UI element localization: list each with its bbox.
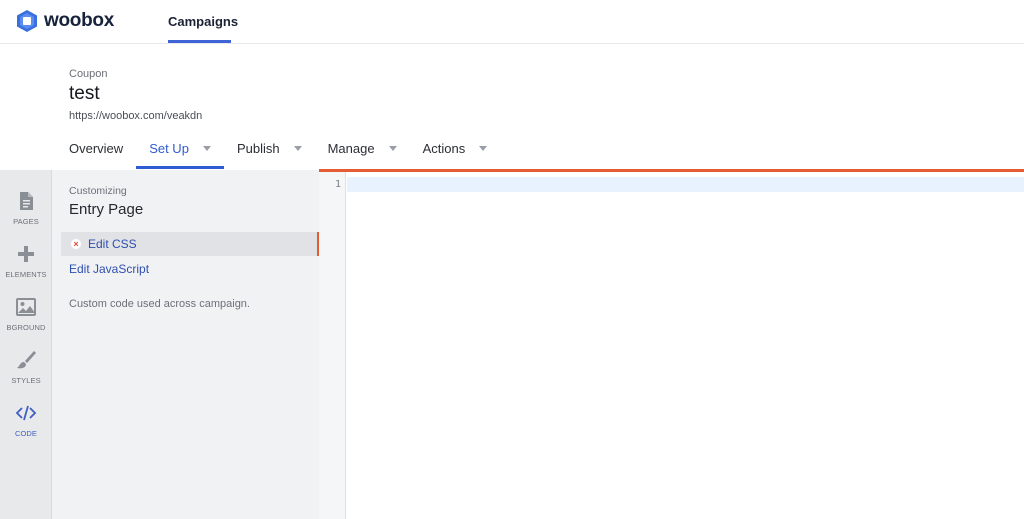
rail-item-pages[interactable]: PAGES <box>0 178 52 228</box>
top-bar: woobox Campaigns <box>0 0 1024 44</box>
code-editor[interactable]: 1 <box>319 172 1024 519</box>
brush-icon <box>17 351 36 369</box>
tab-set-up[interactable]: Set Up <box>136 134 224 169</box>
woobox-logo[interactable]: woobox <box>16 8 114 34</box>
tab-overview-label: Overview <box>69 141 124 156</box>
rail-item-background[interactable]: BGROUND <box>0 284 52 334</box>
tab-actions[interactable]: Actions <box>410 134 501 169</box>
tab-actions-label: Actions <box>422 141 466 156</box>
customize-panel: Customizing Entry Page × Edit CSS Edit J… <box>52 170 320 519</box>
line-number: 1 <box>334 179 341 190</box>
rail-label-pages: PAGES <box>13 217 39 226</box>
chevron-down-icon <box>388 146 397 151</box>
page-icon <box>20 192 33 210</box>
tab-manage[interactable]: Manage <box>315 134 410 169</box>
chevron-down-icon <box>202 146 211 151</box>
chevron-down-icon <box>293 146 302 151</box>
tab-publish-label: Publish <box>236 141 280 156</box>
rail-label-styles: STYLES <box>11 376 41 385</box>
rail-item-code[interactable]: CODE <box>0 390 52 440</box>
tab-overview[interactable]: Overview <box>56 134 136 169</box>
nav-campaigns[interactable]: Campaigns <box>168 14 238 29</box>
woobox-logo-icon <box>17 10 37 32</box>
editor-active-line[interactable] <box>347 177 1024 192</box>
campaign-title: test <box>69 83 100 104</box>
code-icon <box>15 405 37 421</box>
chevron-down-icon <box>479 146 488 151</box>
rail-label-elements: ELEMENTS <box>5 270 47 279</box>
tab-publish[interactable]: Publish <box>224 134 315 169</box>
panel-help-text: Custom code used across campaign. <box>69 298 250 310</box>
tab-set-up-label: Set Up <box>149 141 189 156</box>
panel-item-edit-css[interactable]: × Edit CSS <box>61 232 320 256</box>
panel-item-edit-css-label: Edit CSS <box>88 237 137 251</box>
tab-manage-label: Manage <box>327 141 375 156</box>
campaign-tabs: Overview Set Up Publish Manage Actions <box>56 134 500 169</box>
plus-icon <box>18 246 34 262</box>
nav-active-indicator <box>168 40 231 43</box>
builder-rail: PAGES ELEMENTS BGROUND STYLES CODE <box>0 170 52 519</box>
brand-name: woobox <box>44 10 114 31</box>
campaign-type: Coupon <box>69 68 108 80</box>
campaign-url[interactable]: https://woobox.com/veakdn <box>69 110 202 122</box>
rail-label-background: BGROUND <box>6 323 46 332</box>
image-icon <box>16 298 36 316</box>
rail-item-elements[interactable]: ELEMENTS <box>0 231 52 281</box>
panel-item-edit-javascript[interactable]: Edit JavaScript <box>69 262 149 276</box>
panel-title: Entry Page <box>69 201 144 218</box>
rail-label-code: CODE <box>14 429 38 438</box>
error-x-icon: × <box>70 238 82 250</box>
rail-item-styles[interactable]: STYLES <box>0 337 52 387</box>
editor-gutter: 1 <box>319 172 346 519</box>
panel-subtitle: Customizing <box>69 185 127 197</box>
